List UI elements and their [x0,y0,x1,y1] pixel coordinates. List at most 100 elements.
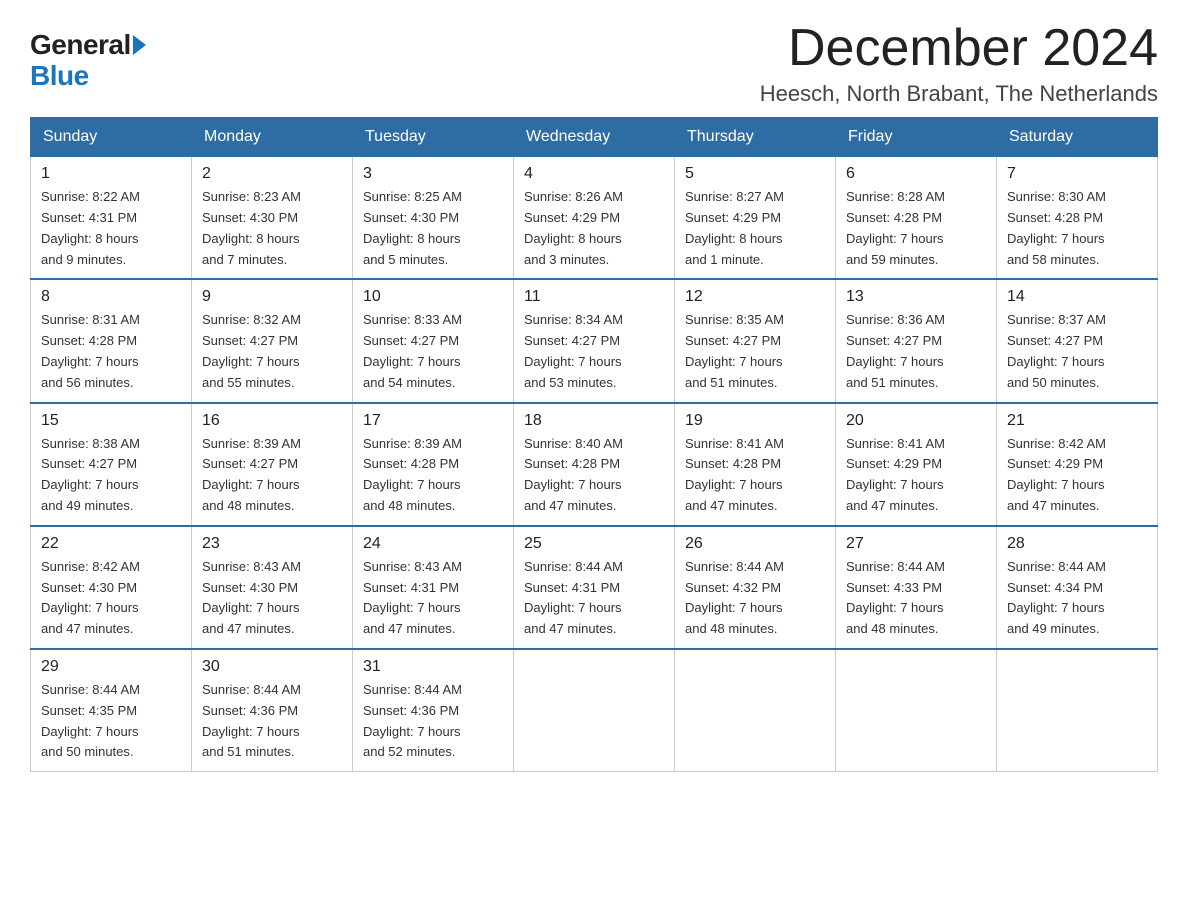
day-info: Sunrise: 8:44 AM Sunset: 4:36 PM Dayligh… [363,680,503,763]
calendar-day-cell: 11 Sunrise: 8:34 AM Sunset: 4:27 PM Dayli… [514,279,675,402]
day-number: 23 [202,535,342,553]
calendar-day-cell: 26 Sunrise: 8:44 AM Sunset: 4:32 PM Dayli… [675,526,836,649]
calendar-week-row: 22 Sunrise: 8:42 AM Sunset: 4:30 PM Dayli… [31,526,1158,649]
day-number: 31 [363,658,503,676]
calendar-day-cell [836,649,997,772]
day-number: 16 [202,412,342,430]
weekday-header-friday: Friday [836,118,997,157]
calendar-day-cell: 4 Sunrise: 8:26 AM Sunset: 4:29 PM Daylig… [514,157,675,280]
day-info: Sunrise: 8:36 AM Sunset: 4:27 PM Dayligh… [846,310,986,393]
calendar-day-cell [675,649,836,772]
calendar-day-cell: 22 Sunrise: 8:42 AM Sunset: 4:30 PM Dayli… [31,526,192,649]
day-number: 6 [846,165,986,183]
day-number: 30 [202,658,342,676]
logo-blue: Blue [30,61,146,92]
day-info: Sunrise: 8:42 AM Sunset: 4:30 PM Dayligh… [41,557,181,640]
calendar-day-cell: 31 Sunrise: 8:44 AM Sunset: 4:36 PM Dayli… [353,649,514,772]
calendar-day-cell: 3 Sunrise: 8:25 AM Sunset: 4:30 PM Daylig… [353,157,514,280]
day-number: 29 [41,658,181,676]
calendar-day-cell: 23 Sunrise: 8:43 AM Sunset: 4:30 PM Dayli… [192,526,353,649]
calendar-day-cell: 17 Sunrise: 8:39 AM Sunset: 4:28 PM Dayli… [353,403,514,526]
calendar-day-cell: 30 Sunrise: 8:44 AM Sunset: 4:36 PM Dayli… [192,649,353,772]
calendar-day-cell: 29 Sunrise: 8:44 AM Sunset: 4:35 PM Dayli… [31,649,192,772]
day-info: Sunrise: 8:43 AM Sunset: 4:31 PM Dayligh… [363,557,503,640]
day-info: Sunrise: 8:43 AM Sunset: 4:30 PM Dayligh… [202,557,342,640]
day-info: Sunrise: 8:25 AM Sunset: 4:30 PM Dayligh… [363,187,503,270]
day-number: 2 [202,165,342,183]
day-info: Sunrise: 8:38 AM Sunset: 4:27 PM Dayligh… [41,434,181,517]
day-info: Sunrise: 8:44 AM Sunset: 4:32 PM Dayligh… [685,557,825,640]
logo: General Blue [30,30,146,92]
calendar-day-cell: 21Sunrise: 8:42 AM Sunset: 4:29 PM Dayli… [997,403,1158,526]
day-info: Sunrise: 8:44 AM Sunset: 4:36 PM Dayligh… [202,680,342,763]
day-info: Sunrise: 8:33 AM Sunset: 4:27 PM Dayligh… [363,310,503,393]
day-info: Sunrise: 8:39 AM Sunset: 4:27 PM Dayligh… [202,434,342,517]
day-info: Sunrise: 8:44 AM Sunset: 4:35 PM Dayligh… [41,680,181,763]
day-info: Sunrise: 8:22 AM Sunset: 4:31 PM Dayligh… [41,187,181,270]
weekday-header-row: SundayMondayTuesdayWednesdayThursdayFrid… [31,118,1158,157]
day-number: 4 [524,165,664,183]
calendar-day-cell: 10Sunrise: 8:33 AM Sunset: 4:27 PM Dayli… [353,279,514,402]
day-info: Sunrise: 8:32 AM Sunset: 4:27 PM Dayligh… [202,310,342,393]
day-number: 9 [202,288,342,306]
calendar-day-cell: 9 Sunrise: 8:32 AM Sunset: 4:27 PM Daylig… [192,279,353,402]
day-number: 19 [685,412,825,430]
weekday-header-wednesday: Wednesday [514,118,675,157]
calendar-day-cell: 18Sunrise: 8:40 AM Sunset: 4:28 PM Dayli… [514,403,675,526]
day-info: Sunrise: 8:35 AM Sunset: 4:27 PM Dayligh… [685,310,825,393]
day-info: Sunrise: 8:26 AM Sunset: 4:29 PM Dayligh… [524,187,664,270]
calendar-day-cell: 5 Sunrise: 8:27 AM Sunset: 4:29 PM Daylig… [675,157,836,280]
location-title: Heesch, North Brabant, The Netherlands [760,81,1158,107]
day-number: 8 [41,288,181,306]
day-info: Sunrise: 8:44 AM Sunset: 4:33 PM Dayligh… [846,557,986,640]
weekday-header-sunday: Sunday [31,118,192,157]
calendar-day-cell: 13 Sunrise: 8:36 AM Sunset: 4:27 PM Dayli… [836,279,997,402]
day-number: 18 [524,412,664,430]
day-number: 7 [1007,165,1147,183]
day-info: Sunrise: 8:44 AM Sunset: 4:31 PM Dayligh… [524,557,664,640]
day-number: 13 [846,288,986,306]
day-number: 20 [846,412,986,430]
day-info: Sunrise: 8:31 AM Sunset: 4:28 PM Dayligh… [41,310,181,393]
calendar-week-row: 15 Sunrise: 8:38 AM Sunset: 4:27 PM Dayli… [31,403,1158,526]
day-number: 1 [41,165,181,183]
calendar-day-cell: 1 Sunrise: 8:22 AM Sunset: 4:31 PM Daylig… [31,157,192,280]
calendar-day-cell: 7 Sunrise: 8:30 AM Sunset: 4:28 PM Daylig… [997,157,1158,280]
day-number: 22 [41,535,181,553]
calendar-week-row: 1 Sunrise: 8:22 AM Sunset: 4:31 PM Daylig… [31,157,1158,280]
calendar-day-cell: 25 Sunrise: 8:44 AM Sunset: 4:31 PM Dayli… [514,526,675,649]
day-info: Sunrise: 8:27 AM Sunset: 4:29 PM Dayligh… [685,187,825,270]
day-number: 25 [524,535,664,553]
day-number: 15 [41,412,181,430]
calendar-day-cell: 2Sunrise: 8:23 AM Sunset: 4:30 PM Daylig… [192,157,353,280]
day-info: Sunrise: 8:30 AM Sunset: 4:28 PM Dayligh… [1007,187,1147,270]
title-block: December 2024 Heesch, North Brabant, The… [760,20,1158,107]
weekday-header-thursday: Thursday [675,118,836,157]
calendar-day-cell [514,649,675,772]
month-title: December 2024 [760,20,1158,77]
calendar-day-cell: 14Sunrise: 8:37 AM Sunset: 4:27 PM Dayli… [997,279,1158,402]
day-number: 14 [1007,288,1147,306]
day-number: 3 [363,165,503,183]
day-info: Sunrise: 8:34 AM Sunset: 4:27 PM Dayligh… [524,310,664,393]
calendar-day-cell: 8 Sunrise: 8:31 AM Sunset: 4:28 PM Daylig… [31,279,192,402]
calendar-day-cell: 24Sunrise: 8:43 AM Sunset: 4:31 PM Dayli… [353,526,514,649]
calendar-table: SundayMondayTuesdayWednesdayThursdayFrid… [30,117,1158,772]
calendar-day-cell: 20Sunrise: 8:41 AM Sunset: 4:29 PM Dayli… [836,403,997,526]
day-number: 5 [685,165,825,183]
day-info: Sunrise: 8:44 AM Sunset: 4:34 PM Dayligh… [1007,557,1147,640]
logo-general: General [30,30,131,61]
day-number: 17 [363,412,503,430]
day-number: 11 [524,288,664,306]
calendar-day-cell: 6 Sunrise: 8:28 AM Sunset: 4:28 PM Daylig… [836,157,997,280]
day-number: 26 [685,535,825,553]
calendar-week-row: 8 Sunrise: 8:31 AM Sunset: 4:28 PM Daylig… [31,279,1158,402]
day-info: Sunrise: 8:28 AM Sunset: 4:28 PM Dayligh… [846,187,986,270]
day-number: 28 [1007,535,1147,553]
calendar-day-cell [997,649,1158,772]
day-number: 27 [846,535,986,553]
weekday-header-saturday: Saturday [997,118,1158,157]
day-info: Sunrise: 8:39 AM Sunset: 4:28 PM Dayligh… [363,434,503,517]
page-header: General Blue December 2024 Heesch, North… [30,20,1158,107]
weekday-header-monday: Monday [192,118,353,157]
